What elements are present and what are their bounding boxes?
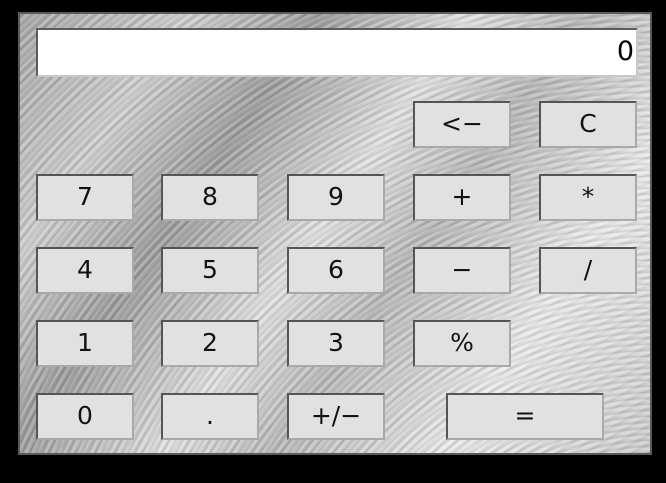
digit-9-button[interactable]: 9 [287,174,385,221]
digit-5-button[interactable]: 5 [161,247,259,294]
digit-6-button[interactable]: 6 [287,247,385,294]
negate-button[interactable]: +/− [287,393,385,440]
backspace-button[interactable]: <− [413,101,511,148]
digit-8-button[interactable]: 8 [161,174,259,221]
add-button[interactable]: + [413,174,511,221]
equals-button[interactable]: = [446,393,604,440]
clear-button[interactable]: C [539,101,637,148]
subtract-button[interactable]: − [413,247,511,294]
calculator-window: 0 <− C 7 8 9 + * 4 5 6 − / 1 2 3 % 0 . +… [18,12,652,455]
result-display: 0 [36,28,638,77]
divide-button[interactable]: / [539,247,637,294]
digit-4-button[interactable]: 4 [36,247,134,294]
digit-7-button[interactable]: 7 [36,174,134,221]
digit-0-button[interactable]: 0 [36,393,134,440]
multiply-button[interactable]: * [539,174,637,221]
digit-3-button[interactable]: 3 [287,320,385,367]
percent-button[interactable]: % [413,320,511,367]
digit-2-button[interactable]: 2 [161,320,259,367]
decimal-point-button[interactable]: . [161,393,259,440]
digit-1-button[interactable]: 1 [36,320,134,367]
